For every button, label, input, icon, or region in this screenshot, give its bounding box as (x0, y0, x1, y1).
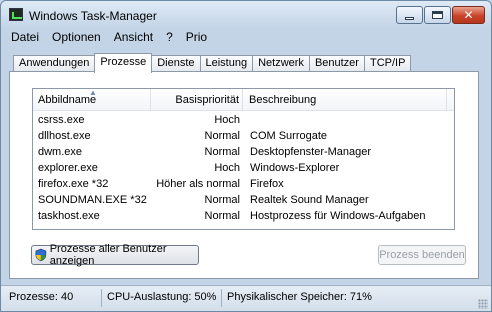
tab-prozesse[interactable]: Prozesse (94, 53, 153, 73)
process-description: Hostprozess für Windows-Aufgaben (250, 210, 426, 222)
tab-strip: Anwendungen Prozesse Dienste Leistung Ne… (13, 53, 412, 73)
column-header-abbildname[interactable]: ▲ Abbildname (33, 89, 151, 111)
process-description: COM Surrogate (250, 130, 328, 142)
table-row[interactable]: taskhost.exe Normal Hostprozess für Wind… (33, 210, 454, 226)
status-cpu-usage: CPU-Auslastung: 50% (107, 291, 217, 303)
process-name: csrss.exe (38, 114, 85, 126)
column-header-basisprioritaet[interactable]: Basispriorität (151, 89, 243, 111)
process-name: taskhost.exe (38, 210, 100, 222)
process-name: firefox.exe *32 (38, 178, 109, 190)
process-priority: Hoch (214, 114, 240, 126)
end-process-button[interactable]: Prozess beenden (378, 245, 466, 265)
menu-prio[interactable]: Prio (180, 29, 214, 47)
show-all-processes-button[interactable]: Prozesse aller Benutzer anzeigen (31, 243, 199, 267)
status-memory-usage: Physikalischer Speicher: 71% (227, 291, 372, 303)
tab-anwendungen[interactable]: Anwendungen (13, 55, 96, 72)
maximize-button[interactable] (424, 6, 451, 24)
processes-panel: ▲ Abbildname Basispriorität Beschreibung… (9, 71, 479, 279)
process-priority: Hoch (214, 162, 240, 174)
process-name: explorer.exe (38, 162, 98, 174)
window-title: Windows Task-Manager (29, 9, 157, 23)
table-row[interactable]: dwm.exe Normal Desktopfenster-Manager (33, 146, 454, 162)
title-bar[interactable]: Windows Task-Manager ✕ (1, 1, 491, 29)
process-description: Realtek Sound Manager (250, 194, 369, 206)
process-description: Windows-Explorer (250, 162, 340, 174)
menu-optionen[interactable]: Optionen (46, 29, 108, 47)
table-row[interactable]: dllhost.exe Normal COM Surrogate (33, 130, 454, 146)
menu-bar: Datei Optionen Ansicht ? Prio (5, 29, 214, 47)
table-row[interactable]: firefox.exe *32 Höher als normal Firefox (33, 178, 454, 194)
table-row[interactable]: csrss.exe Hoch (33, 114, 454, 130)
process-name: SOUNDMAN.EXE *32 (38, 194, 147, 206)
tab-leistung[interactable]: Leistung (199, 55, 254, 72)
list-header: ▲ Abbildname Basispriorität Beschreibung (33, 89, 454, 111)
tab-dienste[interactable]: Dienste (151, 55, 201, 72)
process-priority: Normal (204, 210, 240, 222)
process-priority: Normal (204, 194, 240, 206)
column-header-label: Basispriorität (175, 94, 239, 106)
maximize-icon (432, 11, 443, 19)
process-name: dwm.exe (38, 146, 83, 158)
tab-benutzer[interactable]: Benutzer (308, 55, 365, 72)
show-all-processes-label: Prozesse aller Benutzer anzeigen (49, 243, 167, 267)
table-row[interactable]: SOUNDMAN.EXE *32 Normal Realtek Sound Ma… (33, 194, 454, 210)
menu-datei[interactable]: Datei (5, 29, 46, 47)
table-row[interactable]: explorer.exe Hoch Windows-Explorer (33, 162, 454, 178)
resize-grip[interactable] (478, 299, 488, 309)
close-icon: ✕ (463, 8, 474, 22)
status-divider (101, 289, 102, 307)
process-description: Desktopfenster-Manager (250, 146, 372, 158)
process-priority: Normal (204, 130, 240, 142)
process-priority: Höher als normal (156, 178, 240, 190)
column-header-beschreibung[interactable]: Beschreibung (243, 89, 447, 111)
process-name: dllhost.exe (38, 130, 91, 142)
status-process-count: Prozesse: 40 (9, 291, 74, 303)
uac-shield-icon (35, 248, 47, 262)
task-manager-window: Windows Task-Manager ✕ Datei Optionen An… (0, 0, 492, 312)
menu-ansicht[interactable]: Ansicht (108, 29, 160, 47)
minimize-icon (405, 17, 414, 20)
column-header-label: Abbildname (38, 94, 97, 106)
minimize-button[interactable] (396, 6, 423, 24)
task-manager-icon (9, 8, 23, 21)
tab-tcpip[interactable]: TCP/IP (363, 55, 412, 72)
process-priority: Normal (204, 146, 240, 158)
status-divider (221, 289, 222, 307)
column-header-label: Beschreibung (249, 94, 317, 106)
process-list[interactable]: ▲ Abbildname Basispriorität Beschreibung… (32, 88, 455, 230)
process-description: Firefox (250, 178, 284, 190)
end-process-label: Prozess beenden (379, 249, 465, 261)
menu-help[interactable]: ? (160, 29, 180, 47)
status-bar: Prozesse: 40 CPU-Auslastung: 50% Physika… (1, 285, 491, 311)
tab-netzwerk[interactable]: Netzwerk (252, 55, 310, 72)
sort-ascending-icon: ▲ (89, 88, 97, 97)
close-button[interactable]: ✕ (452, 6, 485, 24)
